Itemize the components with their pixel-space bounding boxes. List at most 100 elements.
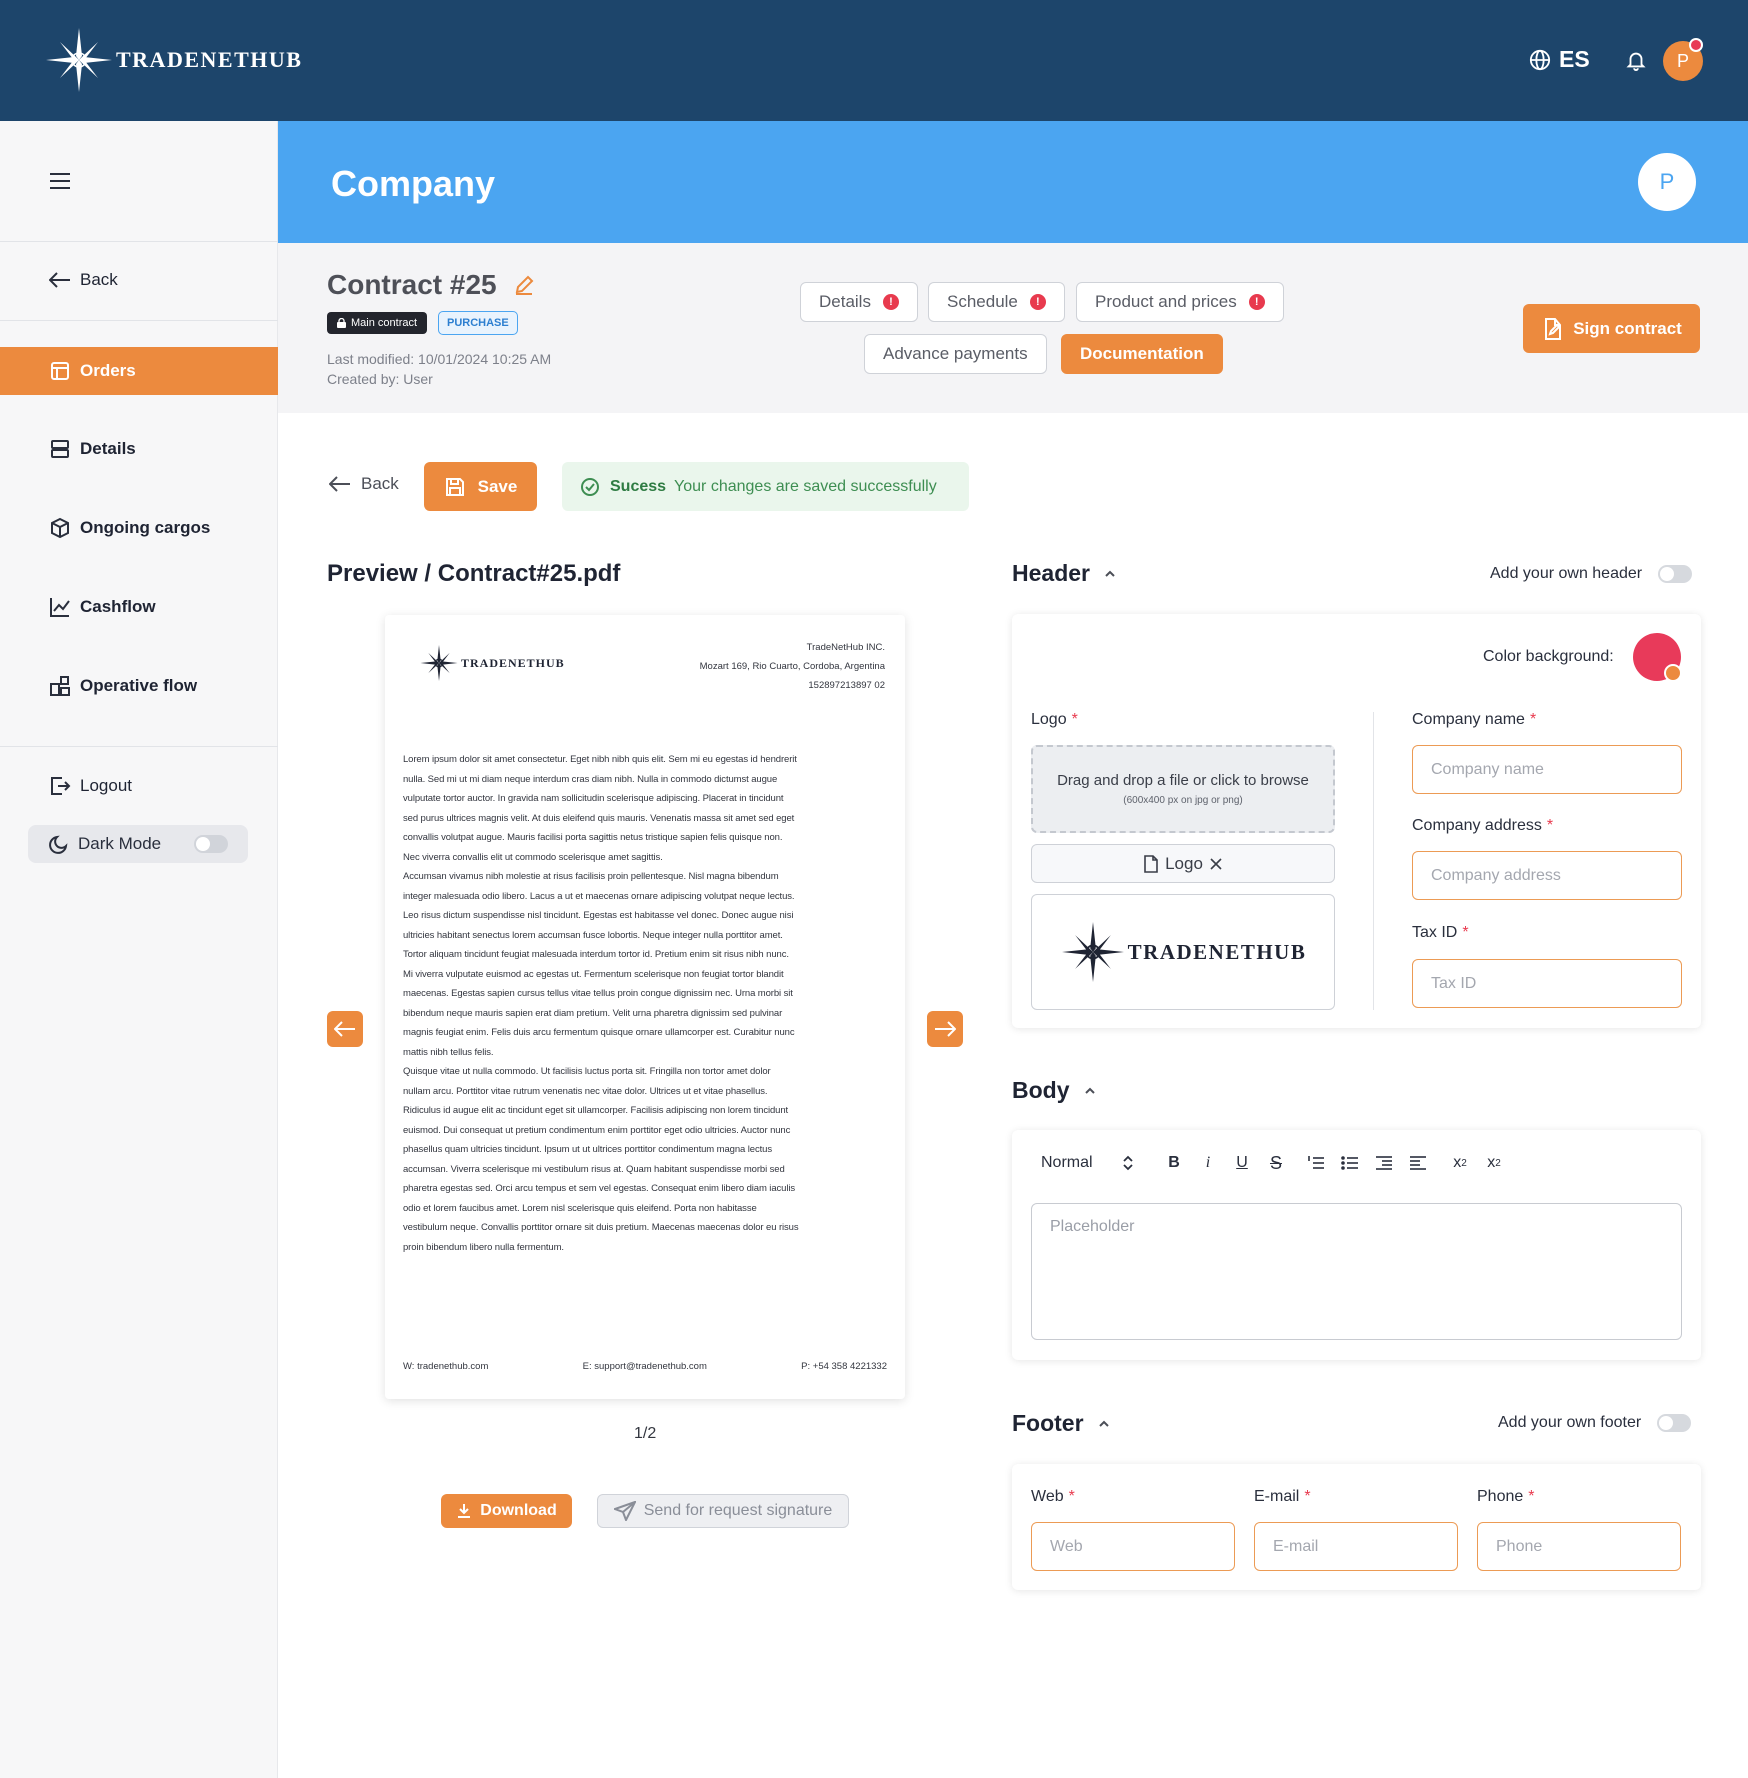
- menu-toggle-button[interactable]: [49, 172, 71, 190]
- close-icon[interactable]: [1209, 857, 1223, 871]
- doc-body-text: Lorem ipsum dolor sit amet consectetur. …: [403, 750, 887, 1257]
- subscript-icon[interactable]: x2: [1443, 1154, 1477, 1172]
- chevron-up-icon: [1105, 570, 1115, 577]
- moon-icon: [48, 833, 70, 855]
- indent-decrease-icon[interactable]: [1367, 1156, 1401, 1170]
- bullet-list-icon[interactable]: [1333, 1156, 1367, 1170]
- next-page-button[interactable]: [927, 1011, 963, 1047]
- box-icon: [48, 516, 72, 540]
- footer-section-title[interactable]: Footer: [1012, 1410, 1110, 1437]
- own-header-toggle[interactable]: [1658, 565, 1693, 583]
- doc-body-line: proin bibendum libero nulla fermentum.: [403, 1241, 564, 1253]
- sidebar-logout[interactable]: Logout: [0, 762, 278, 810]
- doc-body-line: vestibulum neque. Convallis porttitor or…: [403, 1222, 799, 1233]
- tab-details[interactable]: Details!: [800, 282, 918, 322]
- file-icon: [1144, 854, 1158, 873]
- doc-body-line: Ridiculus id augue elit ac tincidunt ege…: [403, 1105, 789, 1116]
- company-name-label: Company name *: [1412, 711, 1537, 728]
- header-section-title[interactable]: Header: [1012, 560, 1116, 587]
- send-icon: [613, 1501, 636, 1521]
- doc-body-line: euismod. Dui consequat ut pretium condim…: [403, 1124, 791, 1136]
- error-icon: !: [1248, 294, 1265, 310]
- own-footer-toggle[interactable]: [1657, 1414, 1692, 1432]
- success-alert: Sucess Your changes are saved successful…: [562, 462, 969, 511]
- superscript-icon[interactable]: x2: [1477, 1154, 1511, 1172]
- body-card: Normal B i U S x2 x2 Placeholder: [1012, 1130, 1701, 1360]
- created-by: Created by: User: [327, 371, 433, 387]
- bold-icon[interactable]: B: [1157, 1154, 1191, 1172]
- company-avatar[interactable]: P: [1638, 153, 1696, 211]
- email-label: E-mail *: [1254, 1488, 1311, 1505]
- dark-mode-row[interactable]: Dark Mode: [28, 825, 248, 863]
- tab-product-and-prices[interactable]: Product and prices!: [1076, 282, 1284, 322]
- compass-star-icon: [420, 645, 458, 681]
- sidebar-back-label: Back: [80, 270, 118, 289]
- dark-mode-toggle[interactable]: [194, 835, 228, 853]
- doc-footer-phone: P: +54 358 4221332: [801, 1361, 887, 1372]
- brand-name: TRADENETHUB: [116, 47, 303, 72]
- sidebar-item-details[interactable]: Details: [0, 425, 278, 473]
- page-title: Company: [331, 163, 496, 204]
- contract-title-row: Contract #25: [327, 269, 535, 301]
- sign-document-icon: [1545, 317, 1562, 340]
- company-address-input[interactable]: Company address: [1412, 851, 1682, 900]
- color-edit-icon[interactable]: [1664, 664, 1682, 682]
- tab-advance-payments[interactable]: Advance payments: [864, 334, 1047, 374]
- web-input[interactable]: Web: [1031, 1522, 1235, 1571]
- logo-label: Logo *: [1031, 711, 1078, 728]
- sidebar-item-label: Ongoing cargos: [80, 518, 211, 537]
- body-editor[interactable]: Placeholder: [1031, 1203, 1682, 1340]
- tab-documentation[interactable]: Documentation: [1061, 334, 1223, 374]
- sidebar-item-orders[interactable]: Orders: [0, 347, 278, 395]
- italic-icon[interactable]: i: [1191, 1154, 1225, 1172]
- indent-increase-icon[interactable]: [1401, 1156, 1435, 1170]
- strikethrough-icon[interactable]: S: [1259, 1153, 1293, 1174]
- doc-body-line: phasellus quam ultricies tincidunt. Ipsu…: [403, 1144, 772, 1155]
- company-name-input[interactable]: Company name: [1412, 745, 1682, 794]
- details-icon: [48, 437, 72, 461]
- language-switcher[interactable]: ES: [1529, 46, 1590, 73]
- tab-schedule[interactable]: Schedule!: [928, 282, 1065, 322]
- sidebar-item-cashflow[interactable]: Cashflow: [0, 583, 278, 631]
- compass-star-icon: [1061, 922, 1124, 982]
- doc-footer: W: tradenethub.com E: support@tradenethu…: [403, 1361, 887, 1372]
- doc-body-line: pharetra egestas sed. Orci arcu tempus e…: [403, 1183, 796, 1194]
- phone-input[interactable]: Phone: [1477, 1522, 1681, 1571]
- own-header-toggle-row: Add your own header: [1490, 565, 1693, 583]
- uploaded-file-chip: Logo: [1031, 844, 1335, 883]
- language-code: ES: [1559, 46, 1590, 72]
- logout-icon: [48, 774, 72, 798]
- sidebar-item-operative-flow[interactable]: Operative flow: [0, 662, 278, 710]
- doc-body-line: sed purus ultrices magnis velit. At duis…: [403, 812, 795, 824]
- send-signature-button[interactable]: Send for request signature: [597, 1494, 849, 1528]
- last-modified: Last modified: 10/01/2024 10:25 AM: [327, 351, 552, 367]
- ordered-list-icon[interactable]: [1299, 1156, 1333, 1170]
- sidebar-back[interactable]: Back: [0, 256, 278, 304]
- download-button[interactable]: Download: [441, 1494, 572, 1528]
- text-style-select[interactable]: Normal: [1041, 1154, 1111, 1172]
- email-input[interactable]: E-mail: [1254, 1522, 1458, 1571]
- logo-dropzone[interactable]: Drag and drop a file or click to browse …: [1031, 745, 1335, 833]
- body-section-title[interactable]: Body: [1012, 1077, 1096, 1104]
- error-icon: !: [1029, 294, 1046, 310]
- sidebar-divider: [0, 241, 278, 242]
- underline-icon[interactable]: U: [1225, 1154, 1259, 1172]
- doc-body-line: magnis feugiat enim. Felis duis arcu fer…: [403, 1027, 795, 1038]
- prev-page-button[interactable]: [327, 1011, 363, 1047]
- hamburger-icon: [50, 173, 70, 189]
- save-button[interactable]: Save: [424, 462, 537, 511]
- back-link[interactable]: Back: [329, 474, 399, 494]
- sidebar-item-ongoing-cargos[interactable]: Ongoing cargos: [0, 504, 278, 552]
- brand-logo[interactable]: TRADENETHUB: [44, 28, 302, 92]
- sign-contract-button[interactable]: Sign contract: [1523, 304, 1700, 353]
- notifications-button[interactable]: [1625, 48, 1647, 72]
- contract-header: Contract #25 Main contract PURCHASE Last…: [278, 243, 1748, 413]
- pencil-icon[interactable]: [513, 274, 535, 296]
- select-arrows-icon[interactable]: [1111, 1154, 1145, 1172]
- doc-body-line: maecenas. Egestas sapien cursus tellus v…: [403, 988, 793, 999]
- logout-label: Logout: [80, 776, 132, 795]
- bell-icon: [1626, 52, 1646, 71]
- tax-id-input[interactable]: Tax ID: [1412, 959, 1682, 1008]
- success-title: Sucess: [610, 477, 667, 495]
- sidebar-divider: [0, 320, 278, 321]
